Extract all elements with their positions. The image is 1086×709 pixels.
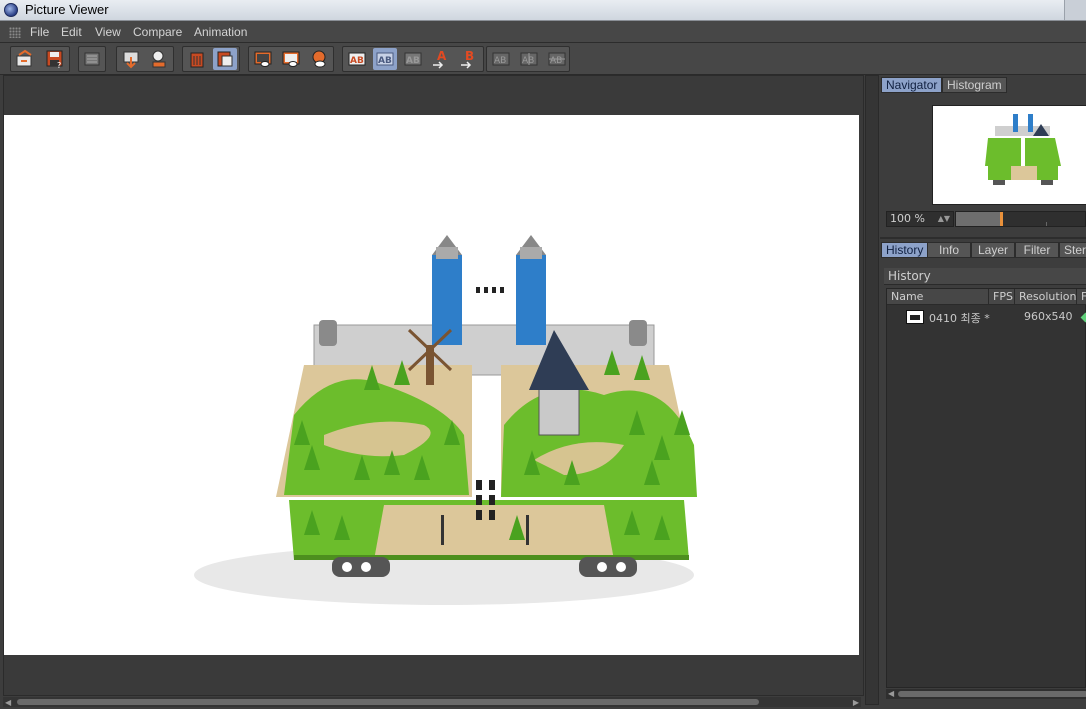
swap-ab-icon[interactable]: AB bbox=[489, 48, 513, 70]
show-alpha-icon[interactable] bbox=[307, 48, 331, 70]
row-resolution: 960x540 bbox=[1024, 310, 1073, 323]
window-control[interactable] bbox=[1064, 0, 1086, 20]
scrollbar-thumb[interactable] bbox=[17, 699, 759, 705]
toolbar-group-size bbox=[116, 46, 174, 72]
adjust-size-icon[interactable] bbox=[119, 48, 143, 70]
menu-compare[interactable]: Compare bbox=[133, 25, 182, 39]
show-region-2-icon[interactable] bbox=[279, 48, 303, 70]
rendered-image[interactable] bbox=[4, 115, 859, 655]
zoom-slider-tick bbox=[1046, 222, 1047, 226]
svg-text:AB: AB bbox=[522, 56, 534, 66]
toolbar-group-overlay: AB AB AB bbox=[486, 46, 570, 72]
history-scrollbar-thumb[interactable] bbox=[898, 691, 1086, 697]
vertical-scrollbar[interactable] bbox=[865, 75, 879, 705]
column-extra[interactable]: F bbox=[1077, 289, 1086, 305]
navigator-preview[interactable] bbox=[932, 105, 1086, 205]
row-name: 0410 최종 * bbox=[929, 312, 990, 325]
open-file-icon[interactable] bbox=[13, 48, 37, 70]
svg-text:AB: AB bbox=[406, 56, 420, 66]
ab-split-icon[interactable]: AB bbox=[401, 48, 425, 70]
history-scrollbar[interactable]: ◀ bbox=[886, 689, 1086, 699]
status-dot-icon bbox=[1080, 312, 1086, 323]
window-title: Picture Viewer bbox=[25, 2, 109, 17]
save-sequence-icon[interactable] bbox=[80, 48, 104, 70]
svg-text:AB: AB bbox=[350, 56, 364, 66]
set-b-label: B bbox=[465, 49, 474, 63]
tab-stereo[interactable]: Stere bbox=[1059, 242, 1086, 258]
clear-all-icon[interactable] bbox=[213, 48, 237, 70]
ab-side-icon[interactable]: AB bbox=[373, 48, 397, 70]
toolbar-group-delete bbox=[182, 46, 240, 72]
set-a-label: A bbox=[437, 49, 447, 63]
menu-animation[interactable]: Animation bbox=[194, 25, 247, 39]
scroll-left-icon[interactable]: ◀ bbox=[5, 698, 11, 707]
delete-icon[interactable] bbox=[185, 48, 209, 70]
tab-histogram[interactable]: Histogram bbox=[942, 77, 1007, 93]
navigator-thumbnail-image bbox=[933, 106, 1086, 204]
svg-text:AB: AB bbox=[494, 56, 506, 66]
save-icon[interactable]: ? bbox=[43, 48, 67, 70]
zoom-slider-handle[interactable] bbox=[1000, 212, 1004, 226]
set-a-icon[interactable]: A bbox=[429, 48, 453, 70]
history-row[interactable]: 0410 최종 * 960x540 bbox=[887, 308, 1086, 326]
side-panel: Navigator Histogram 100 % ▲▼ History Inf… bbox=[880, 75, 1086, 709]
menu-file[interactable]: File bbox=[30, 25, 49, 39]
svg-text:AB: AB bbox=[550, 56, 562, 66]
column-fps[interactable]: FPS bbox=[989, 289, 1015, 305]
difference-ab-icon[interactable]: AB bbox=[545, 48, 569, 70]
svg-text:?: ? bbox=[57, 61, 61, 69]
set-b-icon[interactable]: B bbox=[457, 48, 481, 70]
menu-edit[interactable]: Edit bbox=[61, 25, 82, 39]
history-table: Name FPS Resolution F 0410 최종 * 960x540 bbox=[886, 288, 1086, 688]
tab-filter[interactable]: Filter bbox=[1015, 242, 1059, 258]
tab-info[interactable]: Info bbox=[927, 242, 971, 258]
toolbar-group-seq bbox=[78, 46, 106, 72]
column-resolution[interactable]: Resolution bbox=[1015, 289, 1077, 305]
panel-divider bbox=[880, 237, 1086, 239]
menu-bar: File Edit View Compare Animation bbox=[0, 21, 1086, 43]
column-name[interactable]: Name bbox=[887, 289, 989, 305]
show-region-icon[interactable] bbox=[251, 48, 275, 70]
overlay-ab-icon[interactable]: AB bbox=[517, 48, 541, 70]
toolbar-group-region bbox=[248, 46, 334, 72]
ab-compare-icon[interactable]: AB bbox=[345, 48, 369, 70]
zoom-slider-fill bbox=[956, 212, 1002, 226]
zoom-value: 100 % bbox=[890, 212, 925, 225]
app-icon bbox=[4, 3, 18, 17]
scene-render-image bbox=[194, 235, 697, 605]
export-icon[interactable] bbox=[147, 48, 171, 70]
svg-text:AB: AB bbox=[378, 56, 392, 66]
toolbar-group-file: ? bbox=[10, 46, 70, 72]
horizontal-scrollbar[interactable]: ◀ ▶ bbox=[3, 697, 861, 707]
tab-layer[interactable]: Layer bbox=[971, 242, 1015, 258]
zoom-spinner-icon[interactable]: ▲▼ bbox=[938, 212, 950, 226]
zoom-input[interactable]: 100 % ▲▼ bbox=[886, 211, 954, 227]
scroll-left-icon[interactable]: ◀ bbox=[888, 689, 894, 698]
history-section-title: History bbox=[884, 268, 1086, 285]
zoom-slider[interactable] bbox=[955, 211, 1086, 227]
panel-splitter[interactable] bbox=[864, 75, 880, 709]
menu-view[interactable]: View bbox=[95, 25, 121, 39]
tab-history[interactable]: History bbox=[881, 242, 929, 258]
scroll-right-icon[interactable]: ▶ bbox=[853, 698, 859, 707]
row-thumbnail bbox=[906, 310, 924, 324]
toolbar-group-compare: AB AB AB A B bbox=[342, 46, 484, 72]
tab-navigator[interactable]: Navigator bbox=[881, 77, 943, 93]
toolbar: ? AB AB AB A B AB AB AB bbox=[0, 43, 1086, 75]
menu-grip-icon[interactable] bbox=[9, 27, 21, 38]
title-bar: Picture Viewer bbox=[0, 0, 1086, 21]
